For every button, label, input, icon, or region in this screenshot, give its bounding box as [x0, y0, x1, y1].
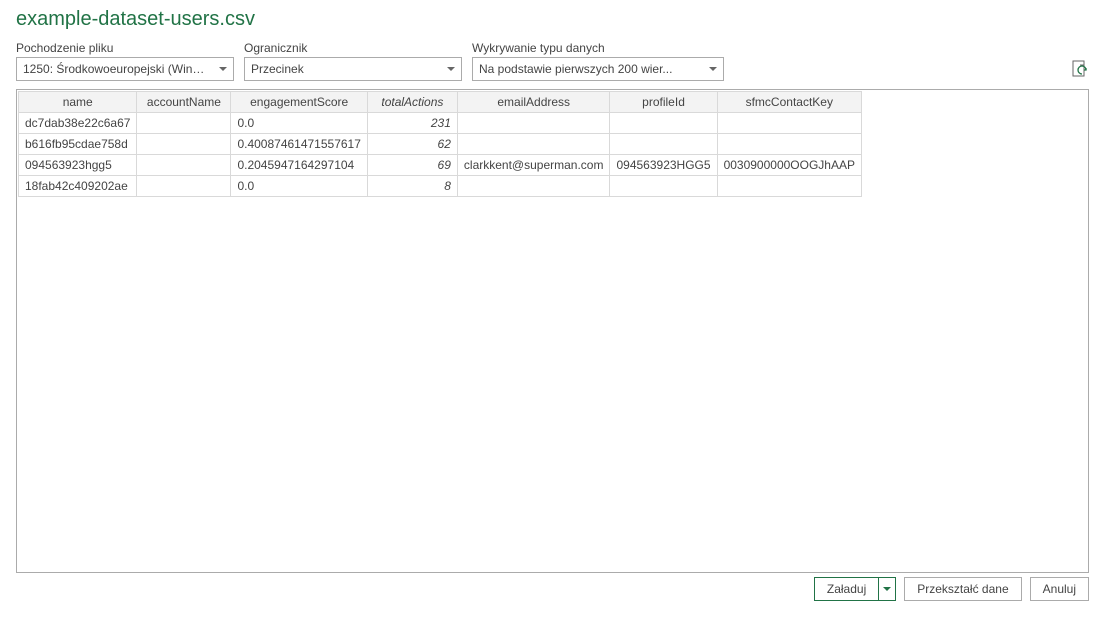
- cell-engagementscore[interactable]: 0.2045947164297104: [231, 155, 367, 176]
- cell-profileid[interactable]: 094563923HGG5: [610, 155, 717, 176]
- transform-data-button[interactable]: Przekształć dane: [904, 577, 1021, 601]
- cell-totalactions[interactable]: 69: [367, 155, 457, 176]
- cell-engagementscore[interactable]: 0.0: [231, 176, 367, 197]
- delimiter-label: Ogranicznik: [244, 41, 462, 55]
- cell-profileid[interactable]: [610, 134, 717, 155]
- chevron-down-icon: [709, 67, 717, 71]
- refresh-icon[interactable]: [1071, 59, 1089, 81]
- cell-engagementscore[interactable]: 0.0: [231, 113, 367, 134]
- cell-name[interactable]: 094563923hgg5: [19, 155, 137, 176]
- table-row: 18fab42c409202ae 0.08: [19, 176, 862, 197]
- table-row: dc7dab38e22c6a67 0.0231: [19, 113, 862, 134]
- cell-emailaddress[interactable]: [457, 113, 610, 134]
- load-button[interactable]: Załaduj: [814, 577, 878, 601]
- file-origin-label: Pochodzenie pliku: [16, 41, 234, 55]
- cell-engagementscore[interactable]: 0.40087461471557617: [231, 134, 367, 155]
- col-header-accountname[interactable]: accountName: [137, 92, 231, 113]
- col-header-engagementscore[interactable]: engagementScore: [231, 92, 367, 113]
- preview-table: name accountName engagementScore totalAc…: [18, 91, 862, 197]
- col-header-totalactions[interactable]: totalActions: [367, 92, 457, 113]
- cell-totalactions[interactable]: 8: [367, 176, 457, 197]
- detect-type-value: Na podstawie pierwszych 200 wier...: [479, 62, 672, 76]
- cell-sfmccontactkey[interactable]: [717, 176, 861, 197]
- cell-sfmccontactkey[interactable]: [717, 113, 861, 134]
- file-origin-dropdown[interactable]: 1250: Środkowoeuropejski (Windo...: [16, 57, 234, 81]
- col-header-name[interactable]: name: [19, 92, 137, 113]
- cell-emailaddress[interactable]: clarkkent@superman.com: [457, 155, 610, 176]
- cell-name[interactable]: b616fb95cdae758d: [19, 134, 137, 155]
- cell-totalactions[interactable]: 62: [367, 134, 457, 155]
- cell-totalactions[interactable]: 231: [367, 113, 457, 134]
- cell-accountname[interactable]: [137, 134, 231, 155]
- cell-name[interactable]: dc7dab38e22c6a67: [19, 113, 137, 134]
- delimiter-value: Przecinek: [251, 62, 304, 76]
- load-split-button: Załaduj: [814, 577, 896, 601]
- cell-accountname[interactable]: [137, 155, 231, 176]
- dialog-title: example-dataset-users.csv: [16, 8, 1089, 31]
- delimiter-dropdown[interactable]: Przecinek: [244, 57, 462, 81]
- cell-accountname[interactable]: [137, 113, 231, 134]
- footer-buttons: Załaduj Przekształć dane Anuluj: [814, 577, 1089, 601]
- chevron-down-icon: [219, 67, 227, 71]
- table-row: b616fb95cdae758d 0.4008746147155761762: [19, 134, 862, 155]
- chevron-down-icon: [447, 67, 455, 71]
- cell-emailaddress[interactable]: [457, 176, 610, 197]
- cell-sfmccontactkey[interactable]: 0030900000OOGJhAAP: [717, 155, 861, 176]
- detect-type-label: Wykrywanie typu danych: [472, 41, 724, 55]
- cell-profileid[interactable]: [610, 176, 717, 197]
- cell-sfmccontactkey[interactable]: [717, 134, 861, 155]
- table-header-row: name accountName engagementScore totalAc…: [19, 92, 862, 113]
- cancel-button[interactable]: Anuluj: [1030, 577, 1089, 601]
- options-row: Pochodzenie pliku 1250: Środkowoeuropejs…: [16, 41, 1089, 81]
- cell-profileid[interactable]: [610, 113, 717, 134]
- cell-accountname[interactable]: [137, 176, 231, 197]
- load-dropdown-button[interactable]: [878, 577, 896, 601]
- table-row: 094563923hgg5 0.204594716429710469clarkke…: [19, 155, 862, 176]
- cell-name[interactable]: 18fab42c409202ae: [19, 176, 137, 197]
- col-header-emailaddress[interactable]: emailAddress: [457, 92, 610, 113]
- col-header-profileid[interactable]: profileId: [610, 92, 717, 113]
- col-header-sfmccontactkey[interactable]: sfmcContactKey: [717, 92, 861, 113]
- file-origin-value: 1250: Środkowoeuropejski (Windo...: [23, 62, 211, 76]
- detect-type-dropdown[interactable]: Na podstawie pierwszych 200 wier...: [472, 57, 724, 81]
- chevron-down-icon: [883, 587, 891, 591]
- preview-pane[interactable]: name accountName engagementScore totalAc…: [16, 89, 1089, 573]
- cell-emailaddress[interactable]: [457, 134, 610, 155]
